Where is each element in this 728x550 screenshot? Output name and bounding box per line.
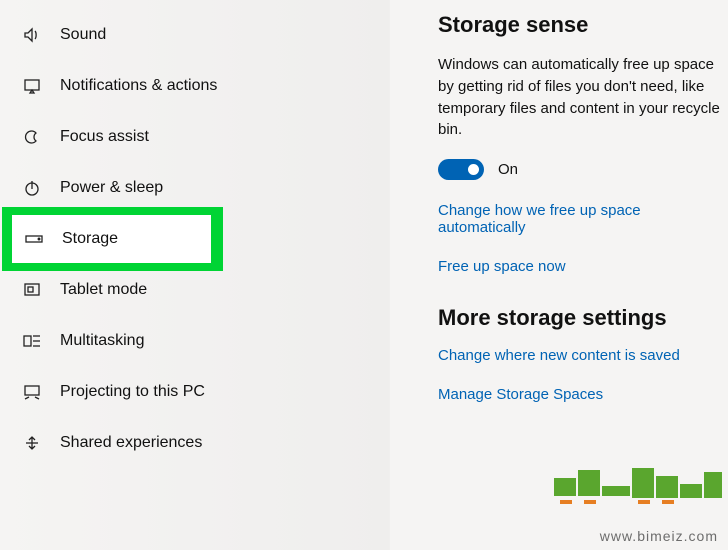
link-free-up-now[interactable]: Free up space now bbox=[438, 258, 728, 275]
sidebar-item-label: Power & sleep bbox=[60, 179, 163, 197]
sound-icon bbox=[22, 25, 42, 45]
focus-assist-icon bbox=[22, 127, 42, 147]
sidebar-item-label: Shared experiences bbox=[60, 434, 202, 452]
settings-sidebar: Sound Notifications & actions Focus assi… bbox=[0, 0, 390, 550]
watermark-text: www.bimeiz.com bbox=[600, 528, 718, 544]
sidebar-item-focus-assist[interactable]: Focus assist bbox=[0, 113, 389, 161]
storage-sense-toggle[interactable] bbox=[438, 159, 484, 180]
tablet-mode-icon bbox=[22, 280, 42, 300]
storage-sense-toggle-row: On bbox=[438, 159, 728, 180]
link-change-content-saved[interactable]: Change where new content is saved bbox=[438, 347, 728, 364]
sidebar-item-label: Notifications & actions bbox=[60, 77, 217, 95]
sidebar-item-storage[interactable]: Storage bbox=[12, 215, 211, 263]
storage-sense-description: Windows can automatically free up space … bbox=[438, 54, 728, 141]
sidebar-item-sound[interactable]: Sound bbox=[0, 11, 389, 59]
sidebar-item-notifications[interactable]: Notifications & actions bbox=[0, 62, 389, 110]
sidebar-item-storage-highlight: Storage bbox=[10, 215, 381, 263]
storage-icon bbox=[24, 229, 44, 249]
main-content: Storage sense Windows can automatically … bbox=[390, 0, 728, 550]
shared-experiences-icon bbox=[22, 433, 42, 453]
more-storage-section: More storage settings Change where new c… bbox=[438, 305, 728, 403]
link-change-free-up[interactable]: Change how we free up space automaticall… bbox=[438, 202, 728, 236]
sidebar-item-projecting[interactable]: Projecting to this PC bbox=[0, 368, 389, 416]
notifications-icon bbox=[22, 76, 42, 96]
sidebar-item-label: Projecting to this PC bbox=[60, 383, 205, 401]
power-icon bbox=[22, 178, 42, 198]
link-manage-storage-spaces[interactable]: Manage Storage Spaces bbox=[438, 386, 728, 403]
multitasking-icon bbox=[22, 331, 42, 351]
toggle-state-label: On bbox=[498, 161, 518, 178]
sidebar-item-label: Focus assist bbox=[60, 128, 149, 146]
section-title-more-storage: More storage settings bbox=[438, 305, 728, 331]
sidebar-item-power-sleep[interactable]: Power & sleep bbox=[0, 164, 389, 212]
sidebar-item-label: Tablet mode bbox=[60, 281, 147, 299]
sidebar-item-multitasking[interactable]: Multitasking bbox=[0, 317, 389, 365]
section-title-storage-sense: Storage sense bbox=[438, 12, 728, 38]
sidebar-item-shared-experiences[interactable]: Shared experiences bbox=[0, 419, 389, 467]
sidebar-item-label: Sound bbox=[60, 26, 106, 44]
sidebar-item-label: Storage bbox=[62, 230, 118, 248]
sidebar-item-tablet-mode[interactable]: Tablet mode bbox=[0, 266, 389, 314]
sidebar-item-label: Multitasking bbox=[60, 332, 144, 350]
projecting-icon bbox=[22, 382, 42, 402]
